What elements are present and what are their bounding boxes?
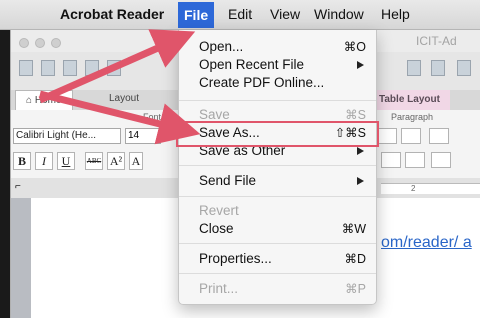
menu-item-revert: Revert <box>179 202 376 220</box>
menu-item-label: Print... <box>199 281 239 296</box>
line-spacing-button[interactable] <box>431 152 451 168</box>
toolbar-save-icon[interactable] <box>85 60 99 76</box>
document-link-text[interactable]: om/reader/ a <box>381 234 472 252</box>
menu-item-label: Save <box>199 107 230 122</box>
toolbar-folder-icon[interactable] <box>63 60 77 76</box>
strikethrough-button[interactable]: ABC <box>85 152 103 170</box>
menu-separator <box>179 243 376 244</box>
ruler-scale: 2 <box>381 183 480 194</box>
tab-home[interactable]: ⌂ Home <box>15 90 73 111</box>
window-title: ICIT-Ad <box>416 34 457 48</box>
underline-button[interactable]: U <box>57 152 75 170</box>
menu-item-close[interactable]: Close ⌘W <box>179 220 376 238</box>
superscript-button[interactable]: A² <box>107 152 125 170</box>
home-icon: ⌂ <box>26 95 33 106</box>
app-name-menu[interactable]: Acrobat Reader <box>60 6 164 22</box>
bold-button[interactable]: B <box>13 152 31 170</box>
toolbar-table-icon[interactable] <box>41 60 55 76</box>
bullets-button[interactable] <box>377 128 397 144</box>
file-menu-dropdown: Open... ⌘O Open Recent File Create PDF O… <box>178 30 377 305</box>
menu-separator <box>179 196 376 197</box>
tab-stop-icon[interactable]: ⌐ <box>15 181 21 192</box>
menu-view[interactable]: View <box>270 6 300 22</box>
menu-item-label: Send File <box>199 173 257 188</box>
toolbar-home-icon[interactable] <box>19 60 33 76</box>
tab-home-label: Home <box>34 95 62 106</box>
subscript-button[interactable]: A <box>129 152 143 170</box>
toolbar-pages-icon[interactable] <box>457 60 471 76</box>
menu-help[interactable]: Help <box>381 6 410 22</box>
menu-window[interactable]: Window <box>314 6 364 22</box>
menu-item-label: Open Recent File <box>199 57 305 72</box>
menu-item-open[interactable]: Open... ⌘O <box>179 38 376 56</box>
menu-item-send-file[interactable]: Send File <box>179 172 376 190</box>
menu-separator <box>179 273 376 274</box>
menu-item-properties[interactable]: Properties... ⌘D <box>179 250 376 268</box>
menu-item-open-recent[interactable]: Open Recent File <box>179 56 376 74</box>
ruler-mark: 2 <box>411 184 416 193</box>
tab-table-layout[interactable]: Table Layout <box>369 90 450 110</box>
align-center-button[interactable] <box>405 152 425 168</box>
font-group-label: Font <box>143 112 162 122</box>
menu-item-shortcut: ⌘P <box>345 282 366 296</box>
menu-file[interactable]: File <box>178 2 215 28</box>
menu-item-print: Print... ⌘P <box>179 280 376 298</box>
screen: Acrobat Reader File Edit View Window Hel… <box>0 0 480 318</box>
submenu-arrow-icon <box>357 147 364 155</box>
tab-layout[interactable]: Layout <box>109 93 139 104</box>
menu-separator <box>179 100 376 101</box>
menu-item-label: Properties... <box>199 251 272 266</box>
toolbar-layout-icon[interactable] <box>407 60 421 76</box>
menu-bar: Acrobat Reader File Edit View Window Hel… <box>0 0 480 30</box>
toolbar-print-icon[interactable] <box>107 60 121 76</box>
menu-item-label: Close <box>199 221 234 236</box>
save-as-highlight-box <box>176 121 379 147</box>
menu-item-shortcut: ⌘D <box>344 252 366 266</box>
submenu-arrow-icon <box>357 61 364 69</box>
font-name-select[interactable]: Calibri Light (He... <box>13 128 121 144</box>
menu-item-create-pdf[interactable]: Create PDF Online... <box>179 74 376 92</box>
menu-edit[interactable]: Edit <box>228 6 252 22</box>
document-page <box>31 198 191 318</box>
menu-item-label: Create PDF Online... <box>199 75 325 90</box>
menu-item-shortcut: ⌘W <box>341 222 366 236</box>
minimize-window-button[interactable] <box>35 38 45 48</box>
menu-item-shortcut: ⌘O <box>343 40 366 54</box>
menu-item-label: Revert <box>199 203 239 218</box>
menu-item-shortcut: ⌘S <box>345 108 366 122</box>
indent-button[interactable] <box>429 128 449 144</box>
italic-button[interactable]: I <box>35 152 53 170</box>
zoom-window-button[interactable] <box>51 38 61 48</box>
menu-item-label: Open... <box>199 39 244 54</box>
numbering-button[interactable] <box>401 128 421 144</box>
toolbar-view-icon[interactable] <box>431 60 445 76</box>
paragraph-group-label: Paragraph <box>391 112 434 122</box>
close-window-button[interactable] <box>19 38 29 48</box>
submenu-arrow-icon <box>357 177 364 185</box>
menu-separator <box>179 165 376 166</box>
align-left-button[interactable] <box>381 152 401 168</box>
font-size-select[interactable]: 14 <box>125 128 161 144</box>
